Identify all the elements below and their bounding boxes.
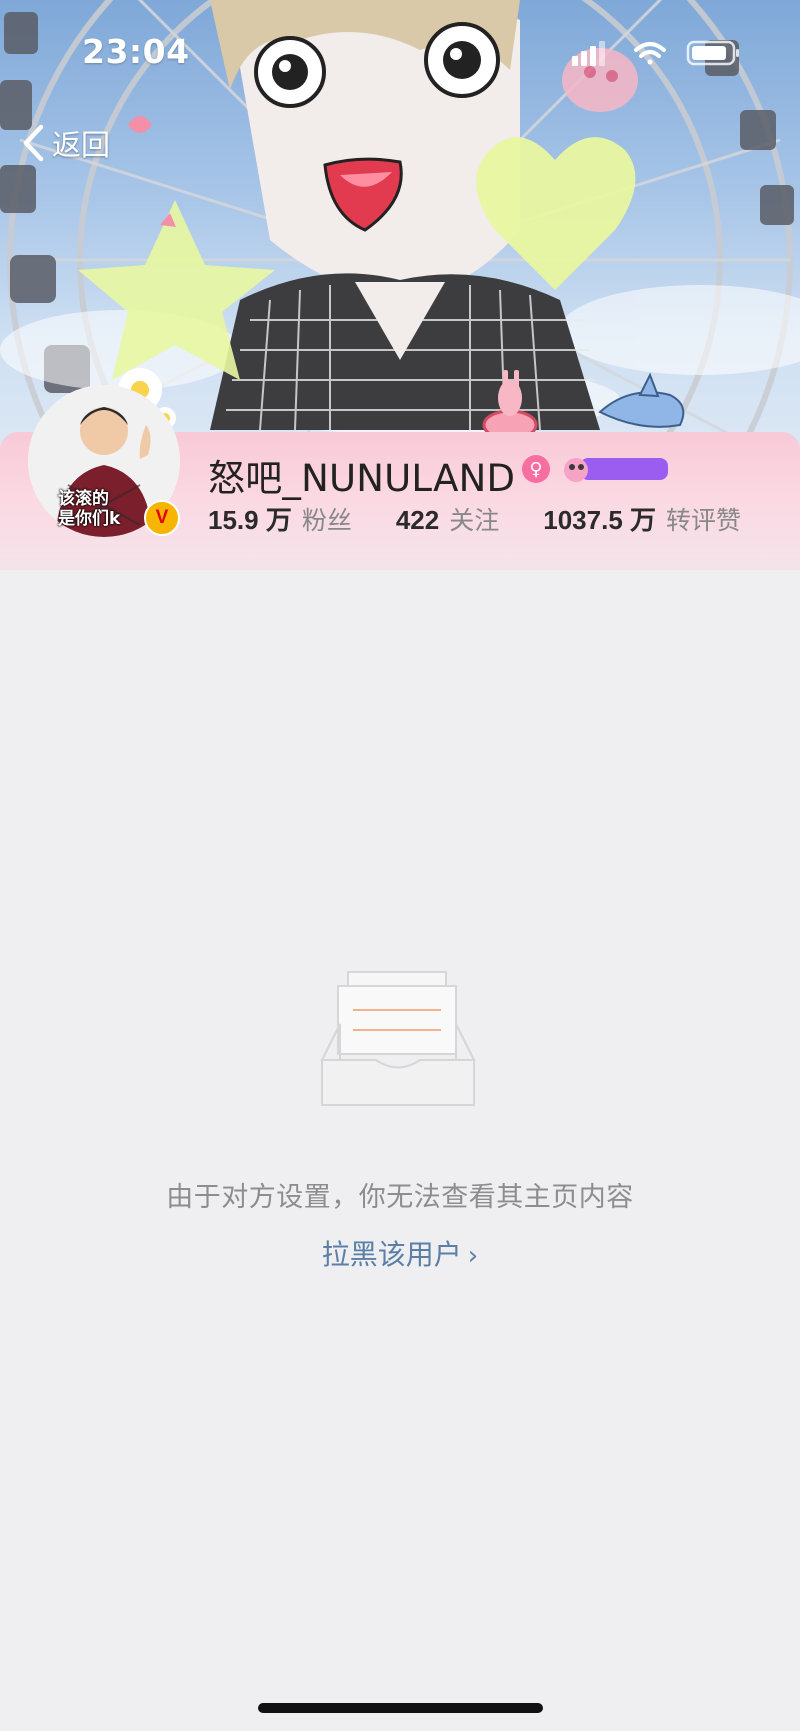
avatar-caption: 该滚的 是你们k bbox=[58, 489, 121, 529]
stat-label: 转评赞 bbox=[666, 506, 742, 535]
stat-label: 关注 bbox=[449, 506, 500, 535]
stat-value: 1037.5 万 bbox=[543, 505, 656, 535]
stat-interactions[interactable]: 1037.5 万 转评赞 bbox=[543, 500, 741, 537]
status-icons bbox=[572, 40, 739, 66]
stat-followers[interactable]: 15.9 万 粉丝 bbox=[208, 500, 352, 537]
battery-icon bbox=[686, 40, 739, 66]
chevron-left-icon bbox=[23, 124, 44, 162]
status-time: 23:04 bbox=[82, 32, 190, 71]
verified-icon: V bbox=[155, 507, 169, 528]
stat-value: 422 bbox=[395, 505, 440, 535]
stat-value: 15.9 万 bbox=[208, 505, 292, 535]
home-indicator[interactable] bbox=[258, 1703, 543, 1713]
signal-icon bbox=[572, 41, 605, 66]
verified-badge: V bbox=[144, 500, 180, 536]
username: 怒吧_NUNULAND bbox=[208, 457, 516, 500]
stat-label: 粉丝 bbox=[301, 506, 352, 535]
status-bar: 23:04 bbox=[0, 0, 800, 100]
empty-message: 由于对方设置，你无法查看其主页内容 bbox=[166, 1182, 634, 1213]
stat-following[interactable]: 422 关注 bbox=[396, 501, 499, 537]
empty-inbox-icon bbox=[320, 971, 476, 1106]
block-user-link[interactable]: 拉黑该用户 › bbox=[0, 1233, 800, 1273]
chevron-right-icon: › bbox=[467, 1241, 479, 1271]
female-gender-icon: ♀ bbox=[522, 455, 550, 483]
back-button[interactable]: 返回 bbox=[20, 118, 110, 168]
vip-badge-icon[interactable] bbox=[560, 455, 670, 483]
back-label: 返回 bbox=[52, 128, 111, 162]
wifi-icon bbox=[634, 42, 666, 65]
block-user-label: 拉黑该用户 bbox=[321, 1238, 462, 1271]
profile-stats: 15.9 万 粉丝 422 关注 1037.5 万 转评赞 bbox=[208, 500, 741, 540]
